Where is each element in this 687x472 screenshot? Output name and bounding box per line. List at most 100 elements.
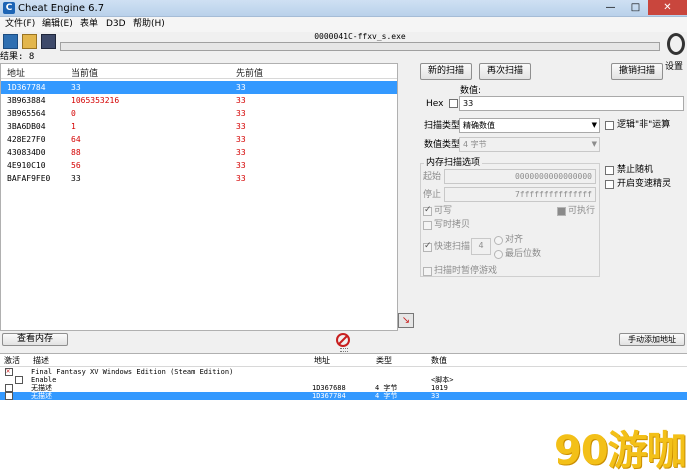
cheat-table-row[interactable]: Enable <脚本> — [0, 376, 687, 384]
last-digits-radio[interactable] — [494, 250, 503, 259]
result-previous-value: 33 — [236, 174, 246, 183]
stop-address-input[interactable]: 7fffffffffffffff — [444, 187, 596, 202]
undo-scan-button[interactable]: 撤销扫描 — [611, 63, 663, 80]
writable-checkbox[interactable] — [423, 205, 432, 216]
memory-scan-options-title: 内存扫描选项 — [424, 158, 483, 169]
not-operator-label: 逻辑"非"运算 — [617, 120, 671, 130]
result-row[interactable]: 430834D0 88 33 — [1, 146, 397, 159]
cheat-table-row[interactable]: Final Fantasy XV Windows Edition (Steam … — [0, 367, 687, 376]
not-operator-checkbox[interactable] — [605, 121, 614, 130]
last-digits-label: 最后位数 — [505, 249, 542, 259]
result-row[interactable]: 3BA6DB04 1 33 — [1, 120, 397, 133]
new-scan-button[interactable]: 新的扫描 — [420, 63, 472, 80]
splitter-handle[interactable] — [340, 348, 348, 352]
active-checkbox[interactable] — [5, 384, 13, 392]
menu-help[interactable]: 帮助(H) — [133, 18, 165, 31]
result-row[interactable]: 3B965564 0 33 — [1, 107, 397, 120]
no-entry-icon[interactable] — [336, 333, 350, 347]
menu-table[interactable]: 表单 — [80, 18, 98, 31]
entry-description: 无描述 — [31, 392, 52, 400]
result-current-value: 1065353216 — [71, 96, 120, 105]
scan-type-value: 精确数值 — [463, 121, 495, 130]
result-current-value: 33 — [71, 83, 81, 92]
cheat-engine-logo-icon[interactable] — [667, 33, 685, 55]
scan-results-list[interactable]: 地址 当前值 先前值 1D367784 33 33 3B963884 106535321… — [0, 63, 398, 331]
result-address: 3BA6DB04 — [7, 122, 46, 131]
active-checkbox[interactable] — [5, 392, 13, 400]
column-value[interactable]: 数值 — [431, 355, 447, 366]
value-type-select[interactable]: 4 字节 ▼ — [459, 137, 600, 152]
cheat-table-row[interactable]: 无描述 1D367784 4 字节 33 — [0, 392, 687, 400]
active-checkbox[interactable] — [15, 376, 23, 384]
result-row[interactable]: 1D367784 33 33 — [1, 81, 397, 94]
results-header: 地址 当前值 先前值 — [1, 64, 397, 79]
menu-edit[interactable]: 编辑(E) — [42, 18, 73, 31]
menu-file[interactable]: 文件(F) — [5, 18, 35, 31]
result-row[interactable]: 3B963884 1065353216 33 — [1, 94, 397, 107]
menu-d3d[interactable]: D3D — [106, 18, 126, 31]
column-active[interactable]: 激活 — [4, 355, 20, 366]
entry-description: 无描述 — [31, 384, 52, 392]
scan-progress-bar — [60, 42, 660, 51]
result-previous-value: 33 — [236, 96, 246, 105]
close-button[interactable]: ✕ — [648, 0, 687, 15]
result-current-value: 33 — [71, 174, 81, 183]
start-address-input[interactable]: 0000000000000000 — [444, 169, 596, 184]
column-type[interactable]: 类型 — [376, 355, 392, 366]
title-bar[interactable]: C Cheat Engine 6.7 — □ ✕ — [0, 0, 687, 17]
add-address-manually-button[interactable]: 手动添加地址 — [619, 333, 685, 346]
copy-on-write-checkbox[interactable] — [423, 221, 432, 230]
column-address[interactable]: 地址 — [7, 66, 25, 79]
column-previous-value[interactable]: 先前值 — [236, 66, 263, 79]
stop-label: 停止 — [423, 190, 442, 200]
settings-link[interactable]: 设置 — [665, 59, 683, 72]
hex-checkbox[interactable] — [449, 99, 458, 108]
result-address: 1D367784 — [7, 83, 46, 92]
result-previous-value: 33 — [236, 109, 246, 118]
result-row[interactable]: 428E27F0 64 33 — [1, 133, 397, 146]
result-current-value: 88 — [71, 148, 81, 157]
result-previous-value: 33 — [236, 135, 246, 144]
save-icon[interactable] — [41, 34, 56, 49]
column-description[interactable]: 描述 — [33, 355, 49, 366]
watermark-logo: 90游咖 — [554, 428, 687, 472]
disable-random-checkbox[interactable] — [605, 166, 614, 175]
active-checkbox[interactable] — [5, 367, 13, 376]
scan-type-select[interactable]: 精确数值 ▼ — [459, 118, 600, 133]
chevron-down-icon: ▼ — [591, 121, 597, 129]
entry-description: Enable — [31, 376, 57, 384]
column-address[interactable]: 地址 — [314, 355, 330, 366]
fast-scan-label: 快速扫描 — [434, 242, 471, 252]
result-row[interactable]: BAFAF9FE0 33 33 — [1, 172, 397, 185]
writable-label: 可写 — [434, 206, 453, 216]
red-arrow-icon[interactable]: ↘ — [398, 313, 414, 328]
result-previous-value: 33 — [236, 83, 246, 92]
fast-scan-alignment-input[interactable]: 4 — [471, 238, 491, 255]
align-radio[interactable] — [494, 236, 503, 245]
minimize-button[interactable]: — — [598, 0, 623, 15]
speedhack-checkbox[interactable] — [605, 180, 614, 189]
result-row[interactable]: 4E910C10 56 33 — [1, 159, 397, 172]
maximize-button[interactable]: □ — [623, 0, 648, 15]
pause-game-checkbox[interactable] — [423, 267, 432, 276]
process-name: 0000041C-ffxv_s.exe — [314, 32, 406, 41]
result-previous-value: 33 — [236, 161, 246, 170]
result-address: 3B963884 — [7, 96, 46, 105]
scan-value-input[interactable]: 33 — [459, 96, 684, 111]
result-current-value: 0 — [71, 109, 76, 118]
hex-label: Hex — [426, 99, 444, 109]
executable-label: 可执行 — [568, 206, 596, 216]
result-previous-value: 33 — [236, 122, 246, 131]
value-type-label: 数值类型 — [424, 140, 461, 150]
entry-address: 1D367688 — [312, 384, 346, 392]
next-scan-button[interactable]: 再次扫描 — [479, 63, 531, 80]
value-type-value: 4 字节 — [463, 140, 487, 149]
view-memory-button[interactable]: 查看内存 — [2, 333, 68, 346]
cheat-table-row[interactable]: 无描述 1D367688 4 字节 1019 — [0, 384, 687, 392]
fast-scan-checkbox[interactable] — [423, 241, 432, 252]
menu-bar: 文件(F) 编辑(E) 表单 D3D 帮助(H) — [0, 17, 687, 32]
open-folder-icon[interactable] — [22, 34, 37, 49]
executable-checkbox[interactable] — [557, 207, 566, 216]
column-current-value[interactable]: 当前值 — [71, 66, 98, 79]
select-process-icon[interactable] — [3, 34, 18, 49]
